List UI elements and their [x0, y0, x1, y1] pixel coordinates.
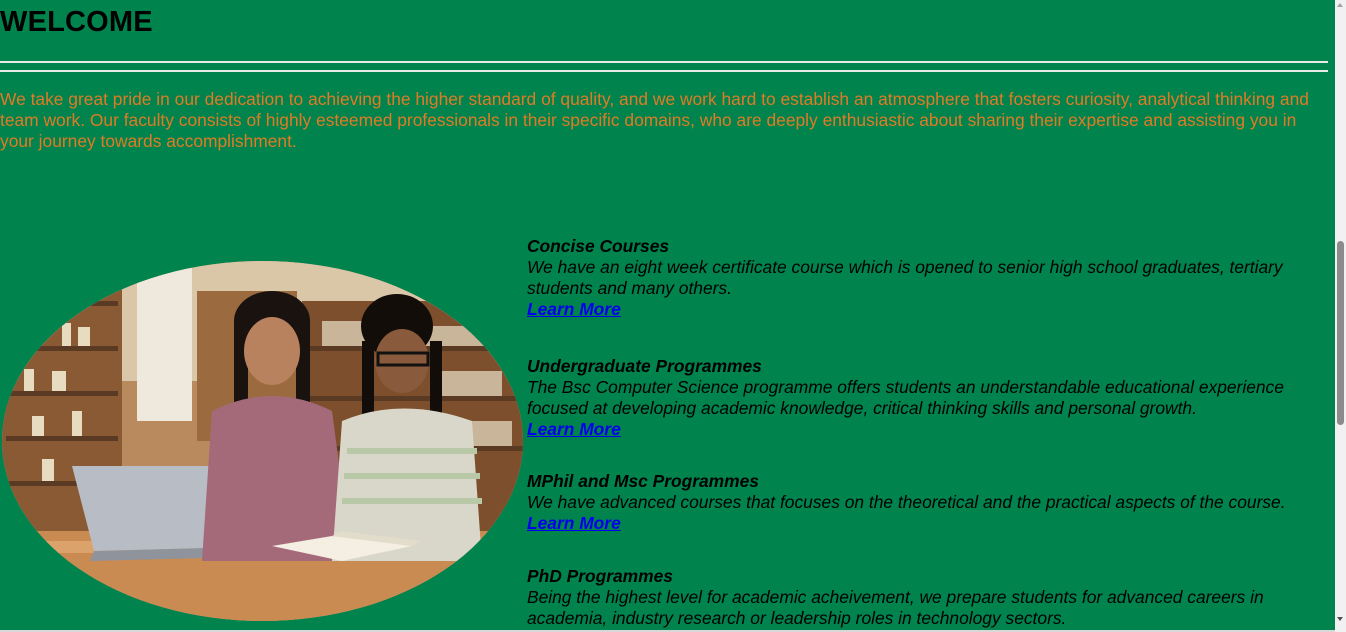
divider-top: [0, 61, 1328, 63]
programme-description: Being the highest level for academic ach…: [527, 587, 1264, 628]
scrollbar-thumb[interactable]: [1337, 241, 1344, 425]
students-studying-photo: [2, 261, 523, 621]
programme-description: The Bsc Computer Science programme offer…: [527, 377, 1284, 418]
programme-title: Concise Courses: [527, 236, 670, 256]
learn-more-link[interactable]: Learn More: [527, 299, 621, 320]
divider-bottom: [0, 70, 1328, 72]
page-title: WELCOME: [0, 6, 153, 38]
learn-more-link[interactable]: Learn More: [527, 419, 621, 440]
programme-mphil-msc: MPhil and Msc Programmes We have advance…: [527, 471, 1327, 534]
vertical-scrollbar[interactable]: [1335, 0, 1346, 632]
programme-title: PhD Programmes: [527, 566, 673, 586]
programme-undergraduate: Undergraduate Programmes The Bsc Compute…: [527, 356, 1327, 440]
programme-title: Undergraduate Programmes: [527, 356, 762, 376]
programme-title: MPhil and Msc Programmes: [527, 471, 759, 491]
learn-more-link[interactable]: Learn More: [527, 513, 621, 534]
welcome-intro-text: We take great pride in our dedication to…: [0, 89, 1309, 151]
programme-concise-courses: Concise Courses We have an eight week ce…: [527, 236, 1327, 320]
programme-description: We have advanced courses that focuses on…: [527, 492, 1286, 512]
page-content: WELCOME We take great pride in our dedic…: [0, 0, 1335, 632]
programme-description: We have an eight week certificate course…: [527, 257, 1283, 298]
scroll-up-icon[interactable]: [1337, 3, 1343, 7]
scroll-down-icon[interactable]: [1337, 617, 1343, 621]
programme-phd: PhD Programmes Being the highest level f…: [527, 566, 1327, 629]
